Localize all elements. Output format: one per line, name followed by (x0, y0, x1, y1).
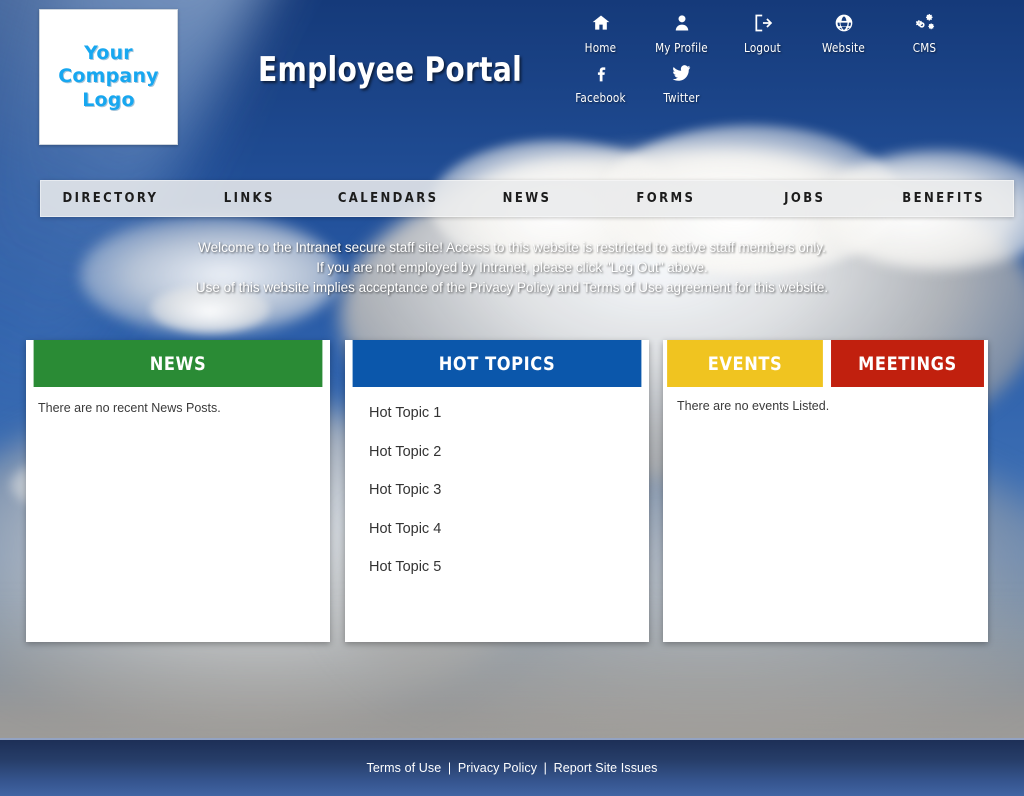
nav-label-website: Website (822, 40, 865, 55)
company-logo[interactable]: Your Company Logo (39, 9, 178, 145)
events-empty-message: There are no events Listed. (677, 399, 830, 413)
list-item[interactable]: Hot Topic 5 (345, 559, 649, 575)
page-title: Employee Portal (258, 50, 523, 90)
logout-icon (722, 10, 803, 36)
nav-item-cms[interactable]: CMS (884, 10, 965, 55)
nav-label-facebook: Facebook (575, 90, 626, 105)
nav-tab-news[interactable]: NEWS (458, 191, 597, 206)
nav-item-twitter[interactable]: Twitter (641, 60, 722, 105)
news-panel-header: NEWS (33, 340, 323, 387)
twitter-icon (641, 60, 722, 86)
list-item[interactable]: Hot Topic 1 (345, 405, 649, 421)
nav-label-twitter: Twitter (663, 90, 700, 105)
footer-link-terms-of-use[interactable]: Terms of Use (367, 761, 442, 775)
footer-separator-2: | (543, 761, 547, 775)
site-footer: Terms of Use | Privacy Policy | Report S… (0, 738, 1024, 796)
home-icon (560, 10, 641, 36)
nav-tab-benefits[interactable]: BENEFITS (874, 191, 1013, 206)
utility-icon-nav: Home My Profile Logout Website CMS Faceb… (560, 10, 1000, 110)
footer-link-report-site-issues[interactable]: Report Site Issues (554, 761, 658, 775)
tab-events[interactable]: EVENTS (667, 340, 823, 387)
nav-tab-jobs[interactable]: JOBS (735, 191, 874, 206)
welcome-line-3: Use of this website implies acceptance o… (195, 280, 829, 295)
globe-icon (803, 10, 884, 36)
list-item[interactable]: Hot Topic 3 (345, 482, 649, 498)
footer-separator-1: | (447, 761, 452, 775)
footer-links: Terms of Use | Privacy Policy | Report S… (367, 761, 658, 775)
nav-tab-directory[interactable]: DIRECTORY (41, 191, 180, 206)
tab-meetings[interactable]: MEETINGS (831, 340, 984, 387)
logo-line-1: Your (84, 42, 133, 65)
welcome-line-2: If you are not employed by Intranet, ple… (316, 260, 708, 275)
logo-line-3: Logo (82, 88, 135, 111)
hot-topics-list: Hot Topic 1 Hot Topic 2 Hot Topic 3 Hot … (345, 387, 649, 575)
welcome-line-1: Welcome to the Intranet secure staff sit… (198, 240, 826, 255)
list-item[interactable]: Hot Topic 2 (345, 444, 649, 460)
logo-line-2: Company (58, 65, 159, 88)
site-header: Your Company Logo Employee Portal Home M… (0, 0, 1024, 176)
news-panel-body: There are no recent News Posts. (26, 387, 330, 429)
gears-icon (884, 10, 965, 36)
nav-tab-links[interactable]: LINKS (180, 191, 319, 206)
events-meetings-tabs: EVENTS MEETINGS (663, 340, 988, 387)
hot-topics-panel-header: HOT TOPICS (352, 340, 642, 387)
person-icon (641, 10, 722, 36)
news-empty-message: There are no recent News Posts. (38, 401, 221, 415)
nav-label-home: Home (584, 40, 617, 55)
footer-link-privacy-policy[interactable]: Privacy Policy (458, 761, 537, 775)
news-panel: NEWS There are no recent News Posts. (26, 340, 330, 642)
nav-label-cms: CMS (912, 40, 937, 55)
employee-portal-page: Your Company Logo Employee Portal Home M… (0, 0, 1024, 796)
nav-item-website[interactable]: Website (803, 10, 884, 55)
events-meetings-panel: EVENTS MEETINGS There are no events List… (663, 340, 988, 642)
nav-label-logout: Logout (744, 40, 781, 55)
main-navigation: DIRECTORY LINKS CALENDARS NEWS FORMS JOB… (40, 180, 1014, 217)
events-panel-body: There are no events Listed. (663, 387, 988, 425)
nav-item-logout[interactable]: Logout (722, 10, 803, 55)
facebook-icon (560, 60, 641, 86)
nav-tab-calendars[interactable]: CALENDARS (319, 191, 458, 206)
company-logo-text: Your Company Logo (58, 42, 159, 112)
list-item[interactable]: Hot Topic 4 (345, 521, 649, 537)
nav-item-facebook[interactable]: Facebook (560, 60, 641, 105)
nav-item-home[interactable]: Home (560, 10, 641, 55)
hot-topics-panel: HOT TOPICS Hot Topic 1 Hot Topic 2 Hot T… (345, 340, 649, 642)
nav-tab-forms[interactable]: FORMS (596, 191, 735, 206)
nav-label-my-profile: My Profile (655, 40, 708, 55)
nav-item-my-profile[interactable]: My Profile (641, 10, 722, 55)
welcome-message: Welcome to the Intranet secure staff sit… (0, 238, 1024, 298)
